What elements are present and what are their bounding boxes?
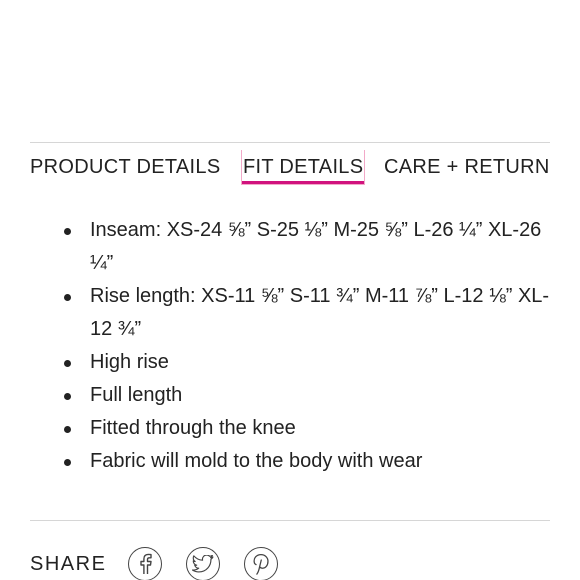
fit-details-panel: PRODUCT DETAILS FIT DETAILS CARE + RETUR… (0, 0, 580, 580)
fit-details-list: Inseam: XS-24 ⅝” S-25 ⅛” M-25 ⅝” L-26 ¼”… (30, 214, 550, 478)
bottom-divider (30, 520, 550, 521)
tab-product-details[interactable]: PRODUCT DETAILS (30, 150, 220, 184)
bullet-icon (64, 393, 71, 400)
list-item-text: High rise (90, 351, 169, 373)
list-item: Fitted through the knee (30, 412, 550, 445)
list-item: Fabric will mold to the body with wear (30, 445, 550, 478)
list-item-text: Rise length: XS-11 ⅝” S-11 ¾” M-11 ⅞” L-… (90, 285, 550, 340)
pinterest-icon[interactable] (244, 547, 279, 580)
bullet-icon (64, 360, 71, 367)
bullet-icon (64, 294, 71, 301)
list-item-text: Fitted through the knee (90, 417, 296, 439)
list-item: Inseam: XS-24 ⅝” S-25 ⅛” M-25 ⅝” L-26 ¼”… (30, 214, 550, 280)
bullet-icon (64, 426, 71, 433)
list-item-text: Inseam: XS-24 ⅝” S-25 ⅛” M-25 ⅝” L-26 ¼”… (90, 219, 542, 274)
share-bar: SHARE (30, 546, 302, 580)
list-item: Rise length: XS-11 ⅝” S-11 ¾” M-11 ⅞” L-… (30, 280, 550, 346)
bullet-icon (64, 459, 71, 466)
top-divider (30, 142, 550, 143)
share-label: SHARE (30, 552, 107, 575)
facebook-icon[interactable] (128, 547, 163, 580)
list-item-text: Fabric will mold to the body with wear (90, 450, 423, 472)
twitter-icon[interactable] (186, 547, 221, 580)
detail-tabs: PRODUCT DETAILS FIT DETAILS CARE + RETUR… (30, 150, 550, 190)
list-item: High rise (30, 346, 550, 379)
tab-care-returns[interactable]: CARE + RETURNS (384, 150, 550, 184)
tab-fit-details[interactable]: FIT DETAILS (240, 150, 366, 185)
bullet-icon (64, 228, 71, 235)
list-item: Full length (30, 379, 550, 412)
list-item-text: Full length (90, 384, 183, 406)
